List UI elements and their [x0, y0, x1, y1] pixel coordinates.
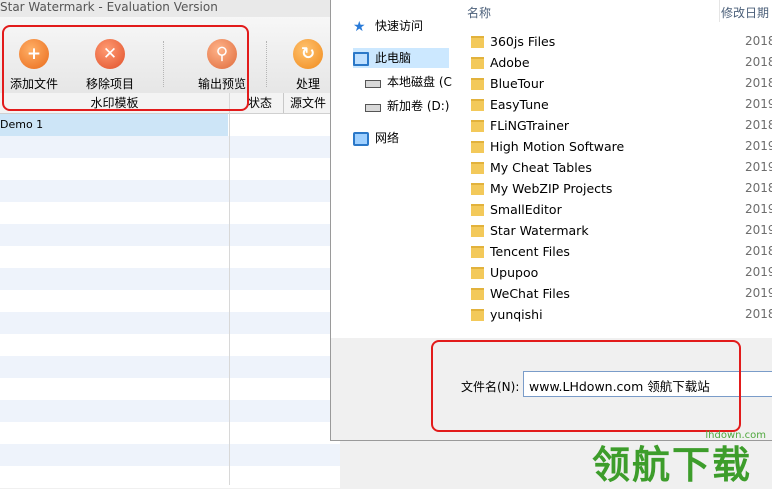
folder-icon — [471, 308, 484, 321]
computer-icon — [353, 51, 369, 66]
sort-chevron-icon: ⌃ — [597, 0, 606, 7]
list-item[interactable]: EasyTune2019-03 — [471, 94, 772, 115]
column-divider — [229, 93, 230, 485]
folder-icon — [471, 161, 484, 174]
list-item[interactable]: Adobe2018-02 — [471, 52, 772, 73]
process-button[interactable]: ↻ 处理 — [288, 39, 328, 91]
list-item[interactable]: yunqishi2018-09 — [471, 304, 772, 325]
list-item[interactable]: Upupoo2019-04 — [471, 262, 772, 283]
folder-icon — [471, 140, 484, 153]
highlight-frame-toolbar — [2, 25, 249, 111]
process-icon: ↻ — [293, 39, 323, 69]
drive-icon — [365, 104, 381, 112]
list-item[interactable]: High Motion Software2019-03 — [471, 136, 772, 157]
process-label: 处理 — [295, 77, 320, 91]
highlight-frame-filename — [431, 340, 741, 432]
watermark-text: 领航下载 — [592, 443, 753, 487]
list-item[interactable]: SmallEditor2019-02 — [471, 199, 772, 220]
toolbar-separator — [266, 41, 268, 87]
nav-item-drive-d[interactable]: 新加卷 (D:) — [365, 96, 449, 116]
table-row[interactable]: Demo 1 — [0, 114, 228, 136]
app-title-bar: Star Watermark - Evaluation Version — [0, 0, 340, 17]
list-item[interactable]: WeChat Files2019-04 — [471, 283, 772, 304]
star-icon: ★ — [353, 18, 366, 35]
folder-icon — [471, 287, 484, 300]
column-header-date[interactable]: 修改日期 — [721, 4, 769, 21]
column-header-source[interactable]: 源文件 — [290, 93, 326, 113]
app-title: Star Watermark - Evaluation Version — [0, 0, 218, 14]
row-template-name: Demo 1 — [0, 118, 44, 131]
folder-icon — [471, 245, 484, 258]
list-item[interactable]: 360js Files2018-09 — [471, 31, 772, 52]
list-item[interactable]: Star Watermark2019-04 — [471, 220, 772, 241]
column-divider — [719, 0, 720, 22]
file-list-pane: 名称 ⌃ 修改日期 360js Files2018-09 Adobe2018-0… — [455, 0, 772, 338]
folder-icon — [471, 77, 484, 90]
folder-icon — [471, 119, 484, 132]
folder-icon — [471, 182, 484, 195]
list-item[interactable]: My WebZIP Projects2018-10 — [471, 178, 772, 199]
folder-icon — [471, 266, 484, 279]
watermark-logo: lhdown.com 领航下载 — [592, 428, 772, 487]
folder-icon — [471, 203, 484, 216]
list-item[interactable]: My Cheat Tables2019-01 — [471, 157, 772, 178]
drive-icon — [365, 80, 381, 88]
nav-item-quick-access[interactable]: ★ 快速访问 — [353, 16, 423, 36]
list-item[interactable]: BlueTour2018-11 — [471, 73, 772, 94]
folder-icon — [471, 98, 484, 111]
network-icon — [353, 131, 369, 146]
navigation-pane: ★ 快速访问 此电脑 本地磁盘 (C 新加卷 (D:) 网络 — [331, 0, 452, 338]
list-item[interactable]: FLiNGTrainer2018-12 — [471, 115, 772, 136]
nav-item-network[interactable]: 网络 — [353, 128, 399, 148]
folder-icon — [471, 35, 484, 48]
file-list — [0, 114, 340, 488]
nav-item-this-pc[interactable]: 此电脑 — [353, 48, 449, 68]
column-header-name[interactable]: 名称 — [467, 4, 491, 21]
list-item[interactable]: Tencent Files2018-09 — [471, 241, 772, 262]
nav-item-drive-c[interactable]: 本地磁盘 (C — [365, 72, 452, 92]
folder-icon — [471, 224, 484, 237]
folder-icon — [471, 56, 484, 69]
